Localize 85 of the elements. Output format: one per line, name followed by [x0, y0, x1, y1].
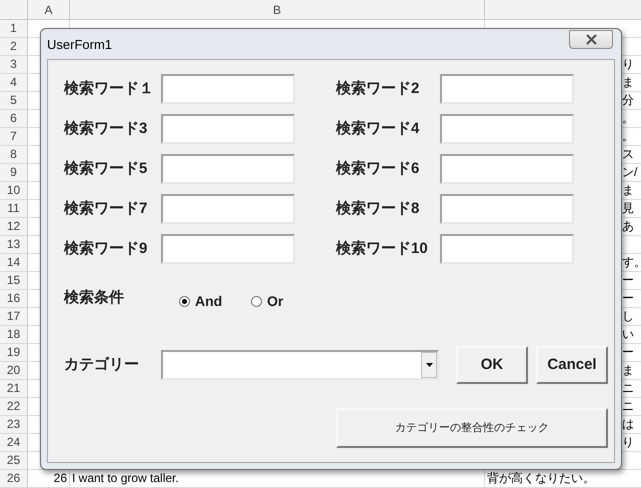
table-cell: し: [622, 308, 634, 325]
table-cell: ニ: [622, 380, 634, 397]
table-cell: ス: [622, 146, 634, 163]
field-label: 検索ワード6: [336, 158, 420, 179]
text-input-field[interactable]: [161, 194, 295, 224]
field-label: 検索ワード8: [336, 198, 420, 219]
row-header[interactable]: 8: [0, 146, 28, 163]
row-header[interactable]: 14: [0, 254, 28, 271]
text-input-field[interactable]: [440, 114, 574, 144]
table-cell: り: [622, 56, 634, 73]
row-header[interactable]: 12: [0, 218, 28, 235]
table-cell: り: [622, 434, 634, 451]
field-label: 検索ワード9: [64, 238, 148, 259]
row-header[interactable]: 9: [0, 164, 28, 181]
table-cell: 背が高くなりたい。: [487, 471, 595, 485]
table-cell: ま: [622, 74, 634, 91]
table-cell: ま: [622, 362, 634, 379]
radio-button[interactable]: [251, 296, 262, 306]
row-header[interactable]: 6: [0, 110, 28, 127]
field-label: 検索ワード１: [64, 78, 155, 99]
radio-label: Or: [267, 292, 284, 310]
row-header[interactable]: 24: [0, 434, 28, 451]
row-header[interactable]: 11: [0, 200, 28, 217]
column-header[interactable]: B: [70, 0, 485, 19]
table-cell: ま: [622, 182, 634, 199]
text-input-field[interactable]: [161, 74, 295, 104]
category-label: カテゴリー: [64, 354, 140, 375]
check-category-button[interactable]: カテゴリーの整合性のチェック: [336, 408, 608, 448]
table-cell: 分: [622, 92, 634, 109]
text-input-field[interactable]: [161, 154, 295, 184]
table-cell: 。: [622, 110, 634, 127]
column-header[interactable]: A: [28, 0, 70, 19]
row-header[interactable]: 16: [0, 290, 28, 307]
table-cell: す。: [622, 254, 641, 271]
field-label: 検索ワード10: [336, 238, 429, 259]
text-input-field[interactable]: [161, 114, 295, 144]
row-header[interactable]: 25: [0, 452, 28, 469]
table-cell: あ: [622, 218, 634, 235]
row-header[interactable]: 10: [0, 182, 28, 199]
text-input-field[interactable]: [161, 234, 295, 264]
table-cell: ー: [622, 344, 634, 361]
radio-label: And: [195, 292, 222, 310]
row-header[interactable]: 21: [0, 380, 28, 397]
row-header[interactable]: 3: [0, 56, 28, 73]
text-input-field[interactable]: [440, 194, 574, 224]
table-cell: ー: [622, 290, 634, 307]
table-cell: ニ: [622, 398, 634, 415]
text-input-field[interactable]: [440, 234, 574, 264]
field-label: 検索ワード3: [64, 118, 148, 139]
table-cell: 26: [54, 470, 67, 487]
row-header[interactable]: 15: [0, 272, 28, 289]
row-header[interactable]: 4: [0, 74, 28, 91]
radio-button[interactable]: [179, 296, 190, 306]
table-cell: は: [622, 416, 634, 433]
row-header[interactable]: 22: [0, 398, 28, 415]
row-header[interactable]: 18: [0, 326, 28, 343]
row-header[interactable]: 5: [0, 92, 28, 109]
table-cell: 見: [622, 200, 634, 217]
table-cell: ー: [622, 272, 634, 289]
dialog-button[interactable]: OK: [456, 346, 528, 384]
row-header[interactable]: 23: [0, 416, 28, 433]
row-header[interactable]: 26: [0, 470, 28, 487]
row-header[interactable]: 20: [0, 362, 28, 379]
field-label: 検索ワード2: [336, 78, 420, 99]
close-button[interactable]: [569, 30, 613, 49]
table-cell: い: [622, 326, 634, 343]
condition-label: 検索条件: [64, 288, 125, 308]
row-header[interactable]: 13: [0, 236, 28, 253]
dialog-button[interactable]: Cancel: [536, 346, 608, 384]
field-label: 検索ワード4: [336, 118, 420, 139]
window-title: UserForm1: [47, 36, 112, 54]
row-header[interactable]: 17: [0, 308, 28, 325]
row-header[interactable]: 7: [0, 128, 28, 145]
table-cell: 。: [622, 128, 634, 145]
text-input-field[interactable]: [440, 154, 574, 184]
text-input-field[interactable]: [440, 74, 574, 104]
row-header[interactable]: 19: [0, 344, 28, 361]
table-cell: I want to grow taller.: [72, 471, 179, 485]
field-label: 検索ワード5: [64, 158, 148, 179]
close-icon: [584, 34, 598, 45]
table-cell: ン/: [622, 164, 638, 181]
row-header[interactable]: 1: [0, 20, 28, 37]
row-header[interactable]: 2: [0, 38, 28, 55]
category-dropdown[interactable]: [161, 350, 439, 380]
field-label: 検索ワード7: [64, 198, 148, 219]
